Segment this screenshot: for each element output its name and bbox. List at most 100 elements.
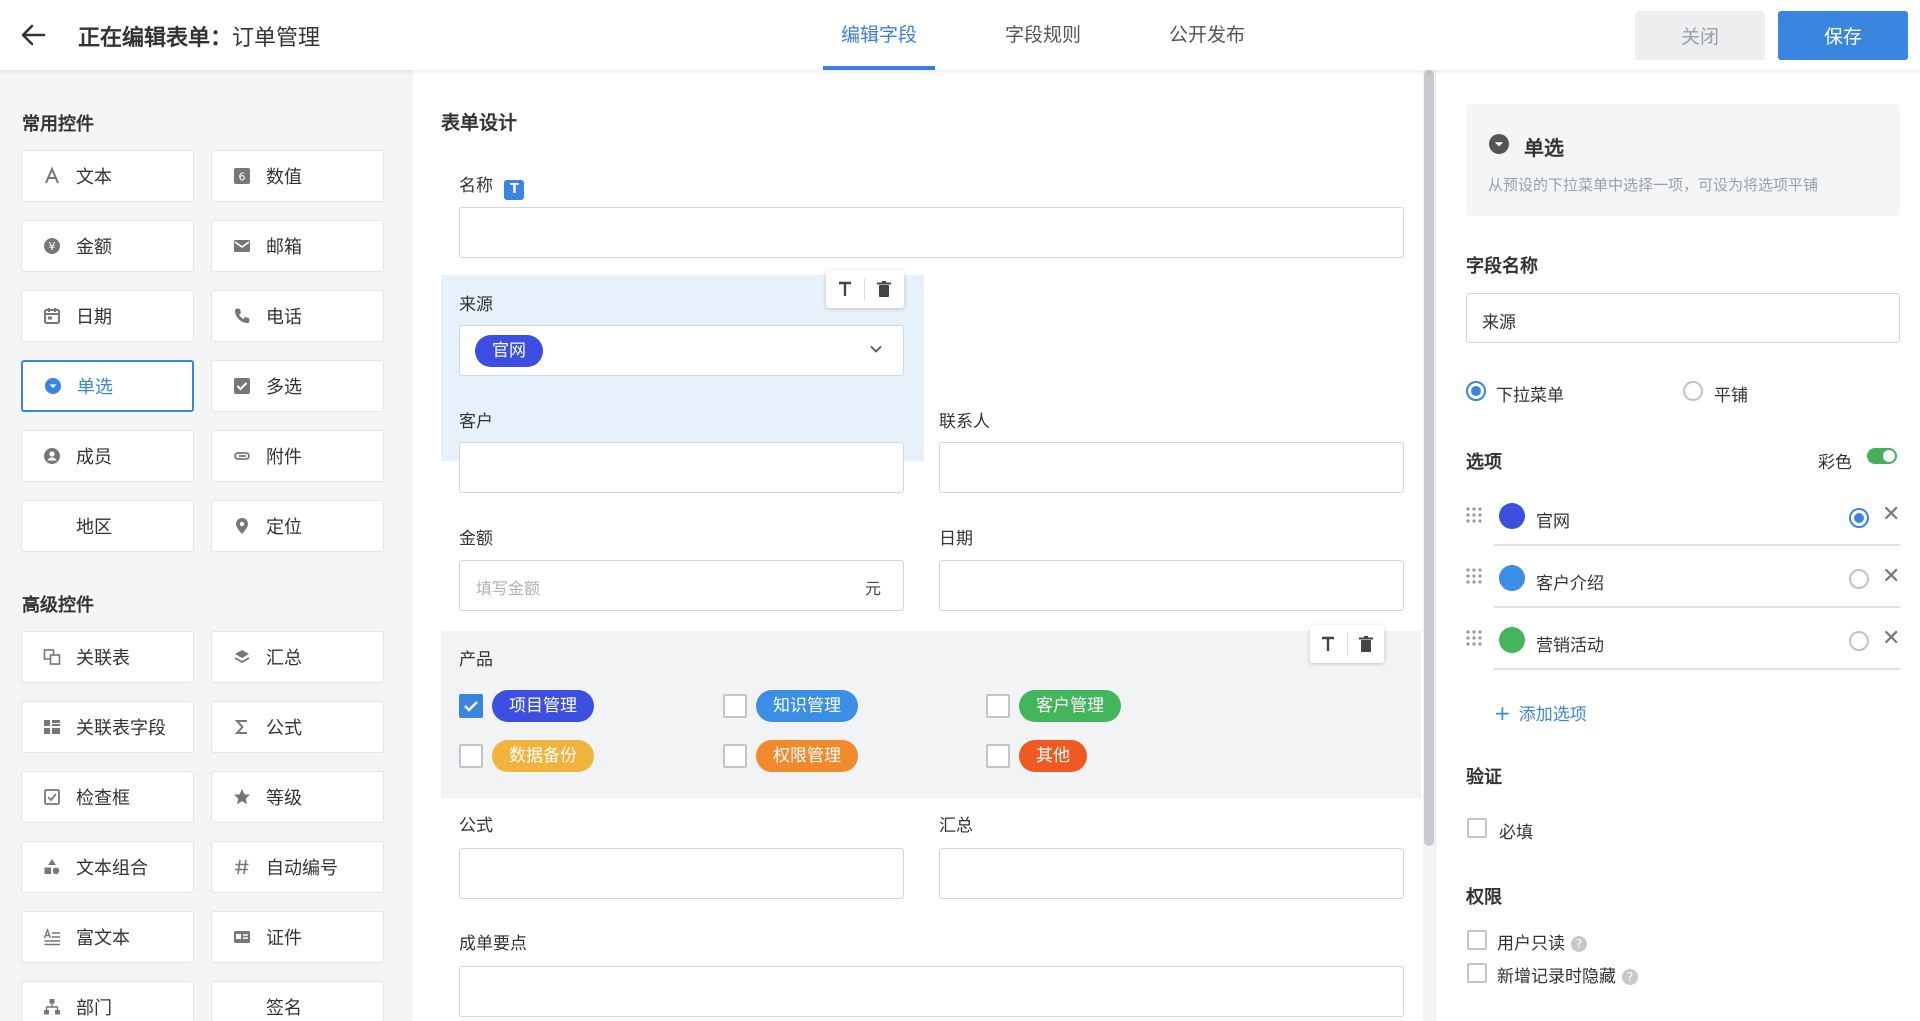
product-tag-1: 项目管理 <box>492 690 594 722</box>
field-name-input[interactable]: 来源 <box>1466 293 1900 343</box>
option-default-radio-3[interactable] <box>1849 631 1869 651</box>
product-checkbox-4[interactable] <box>459 744 483 768</box>
control-amount[interactable]: ¥ 金额 <box>21 220 194 272</box>
top-bar: 正在编辑表单：订单管理 编辑字段 字段规则 公开发布 关闭 保存 <box>0 0 1920 70</box>
control-formula[interactable]: 公式 <box>211 701 384 753</box>
amount-input[interactable]: 填写金额 元 <box>459 560 904 611</box>
control-location[interactable]: 定位 <box>211 500 384 552</box>
control-linked-field[interactable]: 关联表字段 <box>21 701 194 753</box>
control-member[interactable]: 成员 <box>21 430 194 482</box>
field-type-name: 单选 <box>1524 136 1564 160</box>
close-icon[interactable]: ✕ <box>1882 626 1900 651</box>
control-summary[interactable]: 汇总 <box>211 631 384 683</box>
readonly-checkbox[interactable] <box>1467 930 1487 950</box>
control-label: 公式 <box>266 718 302 739</box>
field-type-card: 单选 从预设的下拉菜单中选择一项，可设为将选项平铺 <box>1466 104 1900 216</box>
control-id-card[interactable]: 证件 <box>211 911 384 963</box>
close-icon[interactable]: ✕ <box>1882 564 1900 589</box>
canvas-scrollbar[interactable] <box>1424 70 1434 846</box>
save-button[interactable]: 保存 <box>1778 11 1908 60</box>
name-label: 名称 T <box>459 171 525 200</box>
option-color-dot[interactable] <box>1499 565 1525 591</box>
control-label: 电话 <box>266 307 302 328</box>
hide-on-new-label: 新增记录时隐藏? <box>1497 962 1638 987</box>
title-prefix: 正在编辑表单： <box>78 26 233 51</box>
mode-tile-radio[interactable] <box>1683 381 1703 401</box>
points-input[interactable] <box>459 966 1404 1017</box>
option-color-dot[interactable] <box>1499 627 1525 653</box>
control-region[interactable]: 地区 <box>21 500 194 552</box>
control-signature[interactable]: 签名 <box>211 981 384 1021</box>
option-default-radio-2[interactable] <box>1849 569 1869 589</box>
control-label: 单选 <box>77 377 113 398</box>
option-label-3[interactable]: 营销活动 <box>1536 631 1604 656</box>
control-rating[interactable]: 等级 <box>211 771 384 823</box>
control-auto-number[interactable]: 自动编号 <box>211 841 384 893</box>
control-date[interactable]: 日期 <box>21 290 194 342</box>
rich-text-icon <box>42 927 62 947</box>
customer-input[interactable] <box>459 442 904 493</box>
date-input[interactable] <box>939 560 1404 611</box>
summary-input[interactable] <box>939 848 1404 899</box>
back-arrow-icon[interactable] <box>18 20 48 50</box>
name-input[interactable] <box>459 207 1404 258</box>
required-checkbox[interactable] <box>1467 818 1487 838</box>
form-name: 订单管理 <box>232 26 321 51</box>
product-checkbox-6[interactable] <box>986 744 1010 768</box>
control-label: 检查框 <box>76 788 130 809</box>
option-color-dot[interactable] <box>1499 503 1525 529</box>
control-multi-select[interactable]: 多选 <box>211 360 384 412</box>
product-checkbox-2[interactable] <box>723 694 747 718</box>
drag-handle-icon[interactable] <box>1465 506 1483 524</box>
option-label-2[interactable]: 客户介绍 <box>1536 569 1604 594</box>
drag-handle-icon[interactable] <box>1465 567 1483 585</box>
control-phone[interactable]: 电话 <box>211 290 384 342</box>
close-button[interactable]: 关闭 <box>1635 11 1765 60</box>
title-format-icon[interactable] <box>826 270 864 308</box>
trash-icon[interactable] <box>865 270 903 308</box>
field-name-value: 来源 <box>1482 313 1516 333</box>
close-icon[interactable]: ✕ <box>1882 502 1900 527</box>
control-label: 金额 <box>76 237 112 258</box>
control-label: 汇总 <box>266 648 302 669</box>
control-email[interactable]: 邮箱 <box>211 220 384 272</box>
color-toggle[interactable] <box>1867 448 1897 464</box>
tab-edit-fields[interactable]: 编辑字段 <box>823 0 935 70</box>
control-label: 富文本 <box>76 928 130 949</box>
control-text[interactable]: 文本 <box>21 150 194 202</box>
control-checkbox[interactable]: 检查框 <box>21 771 194 823</box>
chevron-down-icon[interactable] <box>867 340 885 358</box>
tab-bar: 编辑字段 字段规则 公开发布 <box>823 0 1315 70</box>
common-controls-title: 常用控件 <box>22 114 94 135</box>
required-label: 必填 <box>1499 823 1533 843</box>
control-number[interactable]: 6 数值 <box>211 150 384 202</box>
customer-label: 客户 <box>459 412 493 432</box>
product-checkbox-5[interactable] <box>723 744 747 768</box>
formula-input[interactable] <box>459 848 904 899</box>
control-department[interactable]: 部门 <box>21 981 194 1021</box>
title-format-icon[interactable] <box>1310 625 1347 663</box>
region-icon <box>42 516 62 536</box>
tab-field-rules[interactable]: 字段规则 <box>987 0 1099 70</box>
control-attachment[interactable]: 附件 <box>211 430 384 482</box>
control-rich-text[interactable]: 富文本 <box>21 911 194 963</box>
options-label: 选项 <box>1466 452 1502 473</box>
control-linked-table[interactable]: 关联表 <box>21 631 194 683</box>
control-text-combo[interactable]: 文本组合 <box>21 841 194 893</box>
add-option-button[interactable]: + 添加选项 <box>1494 700 1587 725</box>
control-single-select[interactable]: 单选 <box>21 360 194 412</box>
option-label-1[interactable]: 官网 <box>1536 507 1570 532</box>
product-checkbox-3[interactable] <box>986 694 1010 718</box>
drag-handle-icon[interactable] <box>1465 629 1483 647</box>
contact-input[interactable] <box>939 442 1404 493</box>
product-checkbox-1[interactable] <box>459 694 483 718</box>
option-default-radio-1[interactable] <box>1849 508 1869 528</box>
layers-icon <box>232 647 252 667</box>
help-icon[interactable]: ? <box>1622 969 1638 985</box>
tab-publish[interactable]: 公开发布 <box>1151 0 1263 70</box>
text-field-badge-icon: T <box>504 180 525 200</box>
mode-dropdown-radio[interactable] <box>1466 381 1486 401</box>
trash-icon[interactable] <box>1347 625 1384 663</box>
hide-on-new-checkbox[interactable] <box>1467 963 1487 983</box>
help-icon[interactable]: ? <box>1571 936 1587 952</box>
